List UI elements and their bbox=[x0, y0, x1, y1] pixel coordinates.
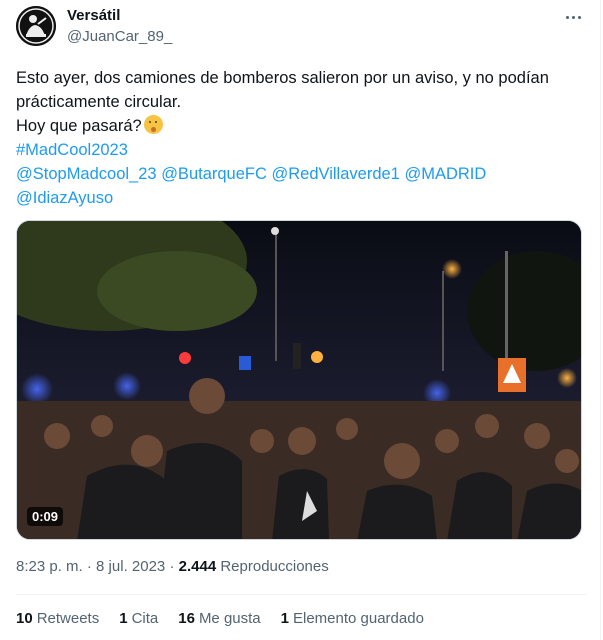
user-handle[interactable]: @JuanCar_89_ bbox=[67, 28, 172, 45]
mention-link[interactable]: @ButarqueFC bbox=[161, 165, 267, 183]
mention-link[interactable]: @IdiazAyuso bbox=[16, 189, 113, 207]
divider bbox=[16, 594, 586, 595]
shushing-face-emoji-icon bbox=[143, 115, 163, 134]
tweet-metadata: 8:23 p. m. · 8 jul. 2023 · 2.444 Reprodu… bbox=[16, 558, 329, 575]
more-options-icon[interactable] bbox=[562, 8, 584, 26]
stat-label: Elemento guardado bbox=[292, 610, 424, 627]
tweet-card: Versátil @JuanCar_89_ Esto ayer, dos cam… bbox=[0, 0, 601, 640]
video-duration-badge: 0:09 bbox=[27, 507, 64, 526]
engagement-stats: 10 Retweets 1 Cita 16 Me gusta 1 Elemento gu… bbox=[16, 610, 424, 627]
meta-separator: · bbox=[169, 558, 175, 575]
tweet-line: Esto ayer, dos camiones de bomberos sali… bbox=[16, 69, 549, 87]
meta-separator: · bbox=[86, 558, 92, 575]
tweet-line: prácticamente circular. bbox=[16, 93, 182, 111]
stat-count: 1 bbox=[119, 610, 128, 627]
avatar[interactable] bbox=[16, 6, 56, 46]
tweet-time[interactable]: 8:23 p. m. bbox=[16, 558, 83, 575]
display-name[interactable]: Versátil bbox=[67, 7, 120, 24]
mention-link[interactable]: @StopMadcool_23 bbox=[16, 165, 157, 183]
video-frame bbox=[17, 221, 581, 539]
stat-label: Retweets bbox=[36, 610, 100, 627]
bookmarks-stat[interactable]: 1 Elemento guardado bbox=[281, 610, 424, 627]
stat-label: Me gusta bbox=[198, 610, 261, 627]
stat-label: Cita bbox=[131, 610, 159, 627]
hashtag-link[interactable]: #MadCool2023 bbox=[16, 141, 128, 159]
likes-stat[interactable]: 16 Me gusta bbox=[178, 610, 260, 627]
avatar-image bbox=[16, 6, 56, 46]
stat-count: 10 bbox=[16, 610, 33, 627]
video-player[interactable] bbox=[16, 220, 582, 540]
retweets-stat[interactable]: 10 Retweets bbox=[16, 610, 99, 627]
tweet-text: Esto ayer, dos camiones de bomberos sali… bbox=[16, 66, 586, 210]
tweet-date[interactable]: 8 jul. 2023 bbox=[96, 558, 165, 575]
stat-count: 1 bbox=[280, 610, 289, 627]
mention-link[interactable]: @RedVillaverde1 bbox=[272, 165, 400, 183]
views-count: 2.444 bbox=[178, 558, 217, 575]
mention-link[interactable]: @MADRID bbox=[404, 165, 486, 183]
stat-count: 16 bbox=[178, 610, 195, 627]
quotes-stat[interactable]: 1 Cita bbox=[119, 610, 158, 627]
tweet-line: Hoy que pasará? bbox=[16, 114, 586, 138]
tweet-line-text: Hoy que pasará? bbox=[16, 117, 142, 135]
views-label: Reproducciones bbox=[220, 558, 329, 575]
